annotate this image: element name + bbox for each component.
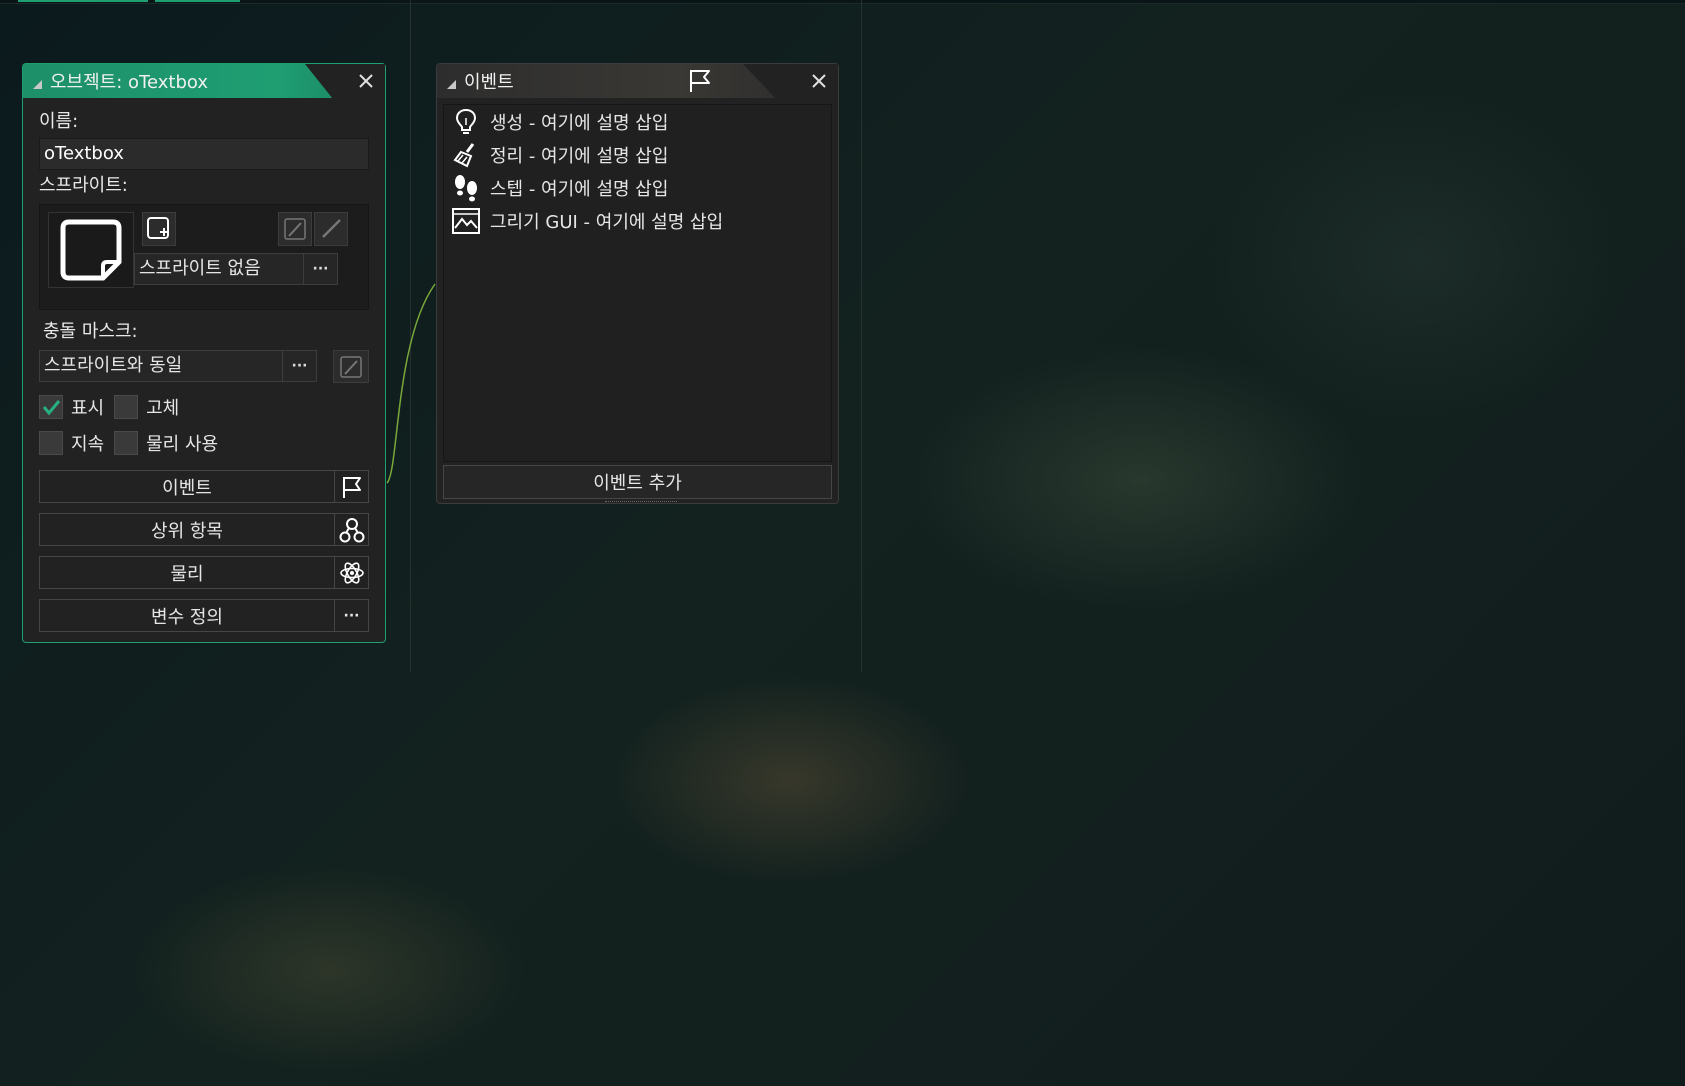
events-button-row: 이벤트 [39,470,369,503]
sprite-preview[interactable] [48,212,134,288]
parent-hierarchy-button[interactable] [334,514,368,545]
resize-grip[interactable] [605,501,677,504]
active-tab-indicator [18,0,148,2]
event-cleanup[interactable]: 정리 - 여기에 설명 삽입 [444,138,831,171]
variables-button-row: 변수 정의 ··· [39,599,369,632]
event-step[interactable]: 스텝 - 여기에 설명 삽입 [444,171,831,204]
edit-mask-button[interactable] [333,350,369,383]
object-window-titlebar[interactable]: 오브젝트: oTextbox [23,64,385,98]
hierarchy-icon [339,517,364,542]
edit-sprite-button[interactable] [314,212,348,246]
add-sprite-icon [147,217,169,239]
physics-button[interactable]: 물리 [40,557,334,588]
collision-mask-select[interactable]: 스프라이트와 동일 ··· [39,350,317,382]
add-event-button[interactable]: 이벤트 추가 [443,465,832,499]
variables-button[interactable]: 변수 정의 [40,600,334,631]
persistent-label: 지속 [71,434,105,455]
sprite-select-value: 스프라이트 없음 [139,258,261,279]
close-button[interactable] [808,70,830,92]
physics-atom-button[interactable] [334,557,368,588]
solid-label: 고체 [146,398,180,419]
event-label: 스텝 - 여기에 설명 삽입 [490,178,669,200]
collapse-icon[interactable] [33,79,42,89]
uses-physics-checkbox[interactable] [114,431,139,455]
parent-button-row: 상위 항목 [39,513,369,546]
collision-mask-value: 스프라이트와 동일 [44,355,183,376]
top-toolbar-strip [0,0,1685,4]
flag-icon [690,70,710,92]
window-connector-line [386,283,436,484]
workspace-divider [861,0,862,672]
event-label: 정리 - 여기에 설명 삽입 [490,145,669,167]
solid-checkbox[interactable] [114,395,139,419]
uses-physics-label: 물리 사용 [146,434,219,455]
empty-sprite-icon [60,219,122,281]
tab-indicator [155,0,240,2]
broom-icon [452,141,480,169]
new-sprite-button[interactable] [142,212,176,246]
persistent-checkbox[interactable] [39,431,63,455]
object-window: 오브젝트: oTextbox 이름: oTextbox 스프라이트: 스프라이트… [22,63,386,643]
lightbulb-icon [452,108,480,136]
events-window-titlebar[interactable]: 이벤트 [437,64,838,98]
parent-button[interactable]: 상위 항목 [40,514,334,545]
variables-more-button[interactable]: ··· [334,600,368,631]
atom-icon [339,561,364,584]
object-window-title: 오브젝트: oTextbox [50,72,208,93]
close-icon [359,74,373,88]
event-label: 생성 - 여기에 설명 삽입 [490,112,669,134]
events-flag-button[interactable] [334,471,368,502]
events-window-title: 이벤트 [464,72,514,93]
events-window: 이벤트 생성 - 여기에 설명 삽입 정리 - 여기에 설명 삽입 스텝 - 여… [436,63,839,504]
object-name-field[interactable]: oTextbox [39,138,369,170]
sprite-browse-button[interactable]: ··· [303,254,337,284]
events-button[interactable]: 이벤트 [40,471,334,502]
edit-sprite-image-button[interactable] [278,212,312,246]
checkbox-row: 표시 고체 [39,394,369,420]
collapse-icon[interactable] [447,79,456,89]
sprite-select[interactable]: 스프라이트 없음 ··· [134,253,338,285]
physics-button-row: 물리 [39,556,369,589]
event-label: 그리기 GUI - 여기에 설명 삽입 [490,211,724,233]
close-icon [812,74,826,88]
event-create[interactable]: 생성 - 여기에 설명 삽입 [444,105,831,138]
checkbox-row: 지속 물리 사용 [39,430,369,456]
visible-checkbox[interactable] [39,395,63,419]
name-label: 이름: [39,111,79,132]
brush-icon [322,219,341,238]
edit-image-icon [284,218,306,240]
close-button[interactable] [355,70,377,92]
flag-icon [342,476,361,498]
sprite-label: 스프라이트: [39,175,128,196]
image-icon [452,207,480,235]
collision-mask-label: 충돌 마스크: [43,321,138,342]
event-list: 생성 - 여기에 설명 삽입 정리 - 여기에 설명 삽입 스텝 - 여기에 설… [443,104,832,462]
event-draw-gui[interactable]: 그리기 GUI - 여기에 설명 삽입 [444,204,831,237]
collision-mask-browse-button[interactable]: ··· [282,351,316,381]
checkmark-icon [42,400,61,416]
visible-label: 표시 [71,398,105,419]
edit-image-icon [340,355,362,378]
footsteps-icon [452,174,480,202]
sprite-panel: 스프라이트 없음 ··· [39,204,369,310]
